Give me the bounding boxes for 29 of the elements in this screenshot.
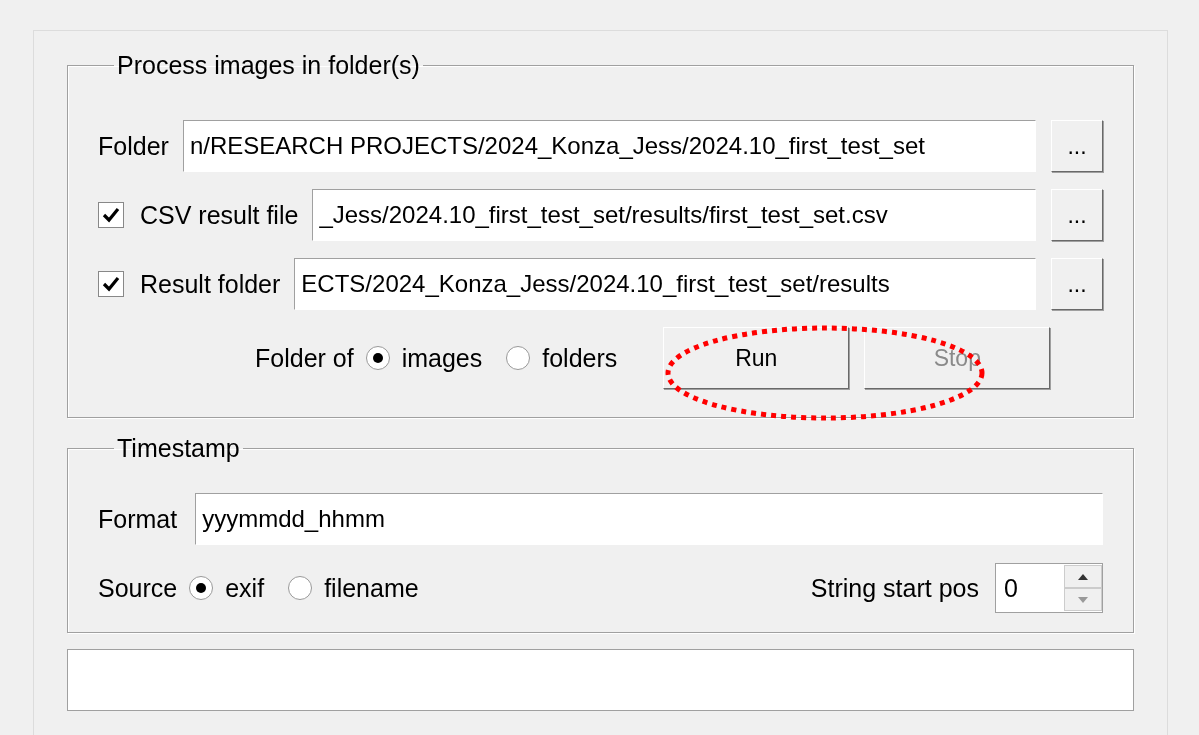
checkbox-label: CSV result file (140, 200, 299, 230)
checkbox-label: Result folder (140, 269, 281, 299)
radio-label: folders (542, 343, 618, 373)
input-field[interactable]: n/RESEARCH PROJECTS/2024_Konza_Jess/2024.10_first_test_set (182, 120, 1036, 172)
run-button[interactable]: Run (663, 327, 850, 389)
spin-box[interactable]: 0 (995, 563, 1103, 613)
radio-label: exif (225, 573, 265, 603)
radio-label: images (401, 343, 483, 373)
field-label: Format (98, 504, 178, 534)
field-label: String start pos (810, 573, 979, 603)
browse-button[interactable]: ... (1051, 258, 1103, 310)
input-field[interactable]: yyymmdd_hhmm (195, 493, 1103, 545)
field-label: Folder of (255, 343, 354, 373)
checkbox[interactable] (98, 271, 124, 297)
radio-label: filename (324, 573, 419, 603)
group-title: Timestamp (116, 434, 241, 463)
radio-button[interactable] (288, 576, 313, 600)
group-title: Process images in folder(s) (116, 51, 421, 80)
checkbox[interactable] (98, 202, 124, 228)
browse-button[interactable]: ... (1051, 120, 1103, 172)
input-field[interactable]: _Jess/2024.10_first_test_set/results/first_test_set.csv (312, 189, 1036, 241)
browse-button[interactable]: ... (1051, 189, 1103, 241)
field-label: Source (98, 573, 178, 603)
spin-value: 0 (1003, 573, 1019, 603)
radio-button[interactable] (189, 576, 214, 600)
radio-button[interactable] (506, 346, 531, 370)
field-label: Folder (98, 131, 169, 161)
input-field[interactable]: ECTS/2024_Konza_Jess/2024.10_first_test_set/results (294, 258, 1036, 310)
radio-button[interactable] (365, 346, 390, 370)
